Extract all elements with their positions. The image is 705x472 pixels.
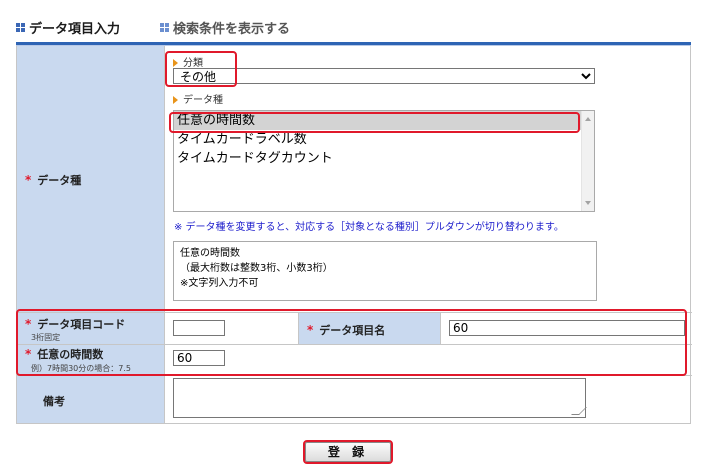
scroll-up-arrow-icon[interactable]	[585, 117, 591, 121]
code-hint: 3桁固定	[31, 333, 61, 342]
code-label: データ項目コード	[37, 318, 126, 331]
name-label-cell: * データ項目名	[299, 313, 440, 344]
description-line: （最大桁数は整数3桁、小数3桁）	[180, 263, 333, 274]
name-input[interactable]	[449, 320, 685, 336]
name-label: データ項目名	[319, 324, 386, 337]
triangle-bullet-icon	[173, 96, 178, 104]
category-select[interactable]: その他	[173, 68, 595, 84]
data-type-listbox[interactable]: 任意の時間数 タイムカードラベル数 タイムカードタグカウント	[173, 110, 595, 212]
remarks-textarea[interactable]	[173, 378, 586, 418]
page-header: データ項目入力 検索条件を表示する	[0, 0, 705, 46]
hours-hint: 例）7時間30分の場合：7.5	[31, 364, 131, 373]
data-type-description: 任意の時間数 （最大桁数は整数3桁、小数3桁） ※文字列入力不可	[173, 241, 597, 301]
listbox-scrollbar[interactable]	[581, 111, 594, 211]
required-mark: *	[307, 323, 314, 337]
scroll-down-arrow-icon[interactable]	[585, 201, 591, 205]
required-mark: *	[25, 317, 32, 331]
tab-show-search-label: 検索条件を表示する	[173, 22, 291, 37]
required-mark: *	[25, 173, 32, 187]
description-line: ※文字列入力不可	[180, 278, 259, 289]
hours-label-cell: * 任意の時間数 例）7時間30分の場合：7.5	[17, 345, 164, 375]
tab-data-entry[interactable]: データ項目入力	[16, 18, 120, 37]
hours-input[interactable]	[173, 350, 225, 366]
data-entry-form: * データ種 * データ項目コード 3桁固定 * データ項目名 * 任意の時間数 例）7…	[16, 46, 692, 424]
data-type-label: データ種	[37, 174, 82, 187]
register-button[interactable]: 登 録	[305, 442, 391, 462]
data-type-option[interactable]: タイムカードタグカウント	[174, 149, 594, 168]
data-type-option[interactable]: タイムカードラベル数	[174, 130, 594, 149]
data-type-option[interactable]: 任意の時間数	[174, 111, 594, 130]
grid-icon	[16, 23, 25, 32]
data-type-label-cell: * データ種	[17, 46, 164, 312]
data-type-change-note: ※ データ種を変更すると、対応する［対象となる種別］プルダウンが切り替わります。	[174, 222, 564, 233]
tab-show-search[interactable]: 検索条件を表示する	[160, 18, 290, 37]
required-mark: *	[25, 347, 32, 361]
code-input[interactable]	[173, 320, 225, 336]
tab-data-entry-label: データ項目入力	[29, 22, 121, 37]
description-line: 任意の時間数	[180, 248, 240, 259]
remarks-label: 備考	[43, 395, 65, 408]
grid-icon	[160, 23, 169, 32]
remarks-label-cell: 備考	[17, 376, 164, 423]
category-heading: 分類	[173, 54, 203, 69]
data-type-sub-label: データ種	[183, 95, 223, 106]
hours-label: 任意の時間数	[37, 348, 104, 361]
data-type-heading: データ種	[173, 91, 223, 106]
code-label-cell: * データ項目コード 3桁固定	[17, 313, 164, 344]
triangle-bullet-icon	[173, 59, 178, 67]
